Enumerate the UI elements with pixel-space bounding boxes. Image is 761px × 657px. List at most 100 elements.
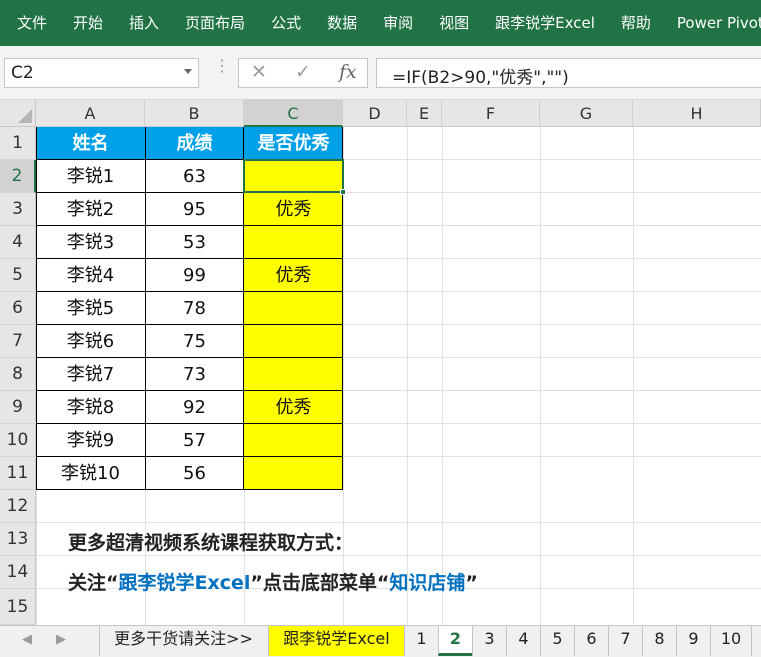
- row-header-7[interactable]: 7: [0, 325, 36, 358]
- gridline: [36, 522, 761, 523]
- sheet-tab[interactable]: 5: [540, 626, 574, 656]
- row-header-5[interactable]: 5: [0, 259, 36, 292]
- ribbon-tab-help[interactable]: 帮助: [608, 0, 664, 46]
- sheet-tab[interactable]: 9: [676, 626, 710, 656]
- sheet-tab[interactable]: 8: [642, 626, 676, 656]
- sheet-tab[interactable]: 3: [472, 626, 506, 656]
- table-border: [36, 258, 343, 259]
- cell-excellent[interactable]: 优秀: [244, 193, 343, 226]
- cell-name[interactable]: 李锐10: [36, 457, 145, 490]
- sheet-tab[interactable]: 1: [404, 626, 438, 656]
- row-header-6[interactable]: 6: [0, 292, 36, 325]
- sheet-tab[interactable]: 7: [608, 626, 642, 656]
- cell-score[interactable]: 78: [145, 292, 244, 325]
- cell-name[interactable]: 李锐5: [36, 292, 145, 325]
- ribbon-tab-formulas[interactable]: 公式: [258, 0, 314, 46]
- resize-handle-icon[interactable]: ⋮: [214, 58, 230, 74]
- row-header-8[interactable]: 8: [0, 358, 36, 391]
- name-box[interactable]: C2: [4, 58, 199, 88]
- row-header-13[interactable]: 13: [0, 523, 36, 556]
- ribbon-tab-home[interactable]: 开始: [60, 0, 116, 46]
- scroll-tabs-left-icon[interactable]: ◀: [22, 632, 32, 647]
- formula-input[interactable]: =IF(B2>90,"优秀",""): [376, 58, 761, 88]
- cell-excellent[interactable]: [244, 325, 343, 358]
- row-header-12[interactable]: 12: [0, 490, 36, 523]
- ribbon-tab-insert[interactable]: 插入: [116, 0, 172, 46]
- enter-icon[interactable]: ✓: [295, 61, 311, 83]
- cell-excellent[interactable]: [244, 457, 343, 490]
- cell-name[interactable]: 李锐7: [36, 358, 145, 391]
- row-header-3[interactable]: 3: [0, 193, 36, 226]
- row-header-14[interactable]: 14: [0, 556, 36, 589]
- cell-name[interactable]: 李锐3: [36, 226, 145, 259]
- name-box-value: C2: [11, 63, 34, 83]
- gridline: [343, 456, 761, 457]
- cell-name[interactable]: 李锐9: [36, 424, 145, 457]
- cell-score[interactable]: 57: [145, 424, 244, 457]
- row-header-2[interactable]: 2: [0, 160, 36, 193]
- cell-excellent[interactable]: [244, 424, 343, 457]
- cell-excellent[interactable]: [244, 226, 343, 259]
- gridline: [145, 490, 146, 625]
- ribbon-tab-review[interactable]: 审阅: [370, 0, 426, 46]
- row-header-1[interactable]: 1: [0, 127, 36, 160]
- column-header-b[interactable]: B: [145, 100, 244, 127]
- column-header-a[interactable]: A: [36, 100, 145, 127]
- cell-score[interactable]: 73: [145, 358, 244, 391]
- cell-excellent[interactable]: [244, 358, 343, 391]
- fill-handle[interactable]: [340, 189, 346, 195]
- cell-score[interactable]: 92: [145, 391, 244, 424]
- column-header-f[interactable]: F: [442, 100, 540, 127]
- scroll-tabs-right-icon[interactable]: ▶: [56, 632, 66, 647]
- cell-name[interactable]: 李锐6: [36, 325, 145, 358]
- sheet-tab[interactable]: 10: [710, 626, 752, 656]
- row-header-4[interactable]: 4: [0, 226, 36, 259]
- column-header-h[interactable]: H: [633, 100, 761, 127]
- table-header-excellent[interactable]: 是否优秀: [244, 127, 343, 160]
- cell-score[interactable]: 63: [145, 160, 244, 193]
- ribbon-tab-page-layout[interactable]: 页面布局: [172, 0, 258, 46]
- row-header-10[interactable]: 10: [0, 424, 36, 457]
- ribbon-tab-power-pivot[interactable]: Power Pivot: [664, 0, 761, 46]
- insert-function-icon[interactable]: fx: [339, 61, 357, 83]
- sheet-tab[interactable]: 更多干货请关注>>: [99, 626, 267, 656]
- cell-score[interactable]: 75: [145, 325, 244, 358]
- cell-name[interactable]: 李锐4: [36, 259, 145, 292]
- row-header-9[interactable]: 9: [0, 391, 36, 424]
- sheet-tab[interactable]: 6: [574, 626, 608, 656]
- sheet-tab[interactable]: 4: [506, 626, 540, 656]
- gridline: [343, 291, 761, 292]
- cancel-icon[interactable]: ✕: [251, 61, 267, 83]
- table-border: [36, 291, 343, 292]
- sheet-tab-active[interactable]: 2: [438, 626, 472, 656]
- column-header-e[interactable]: E: [407, 100, 442, 127]
- cell-excellent[interactable]: 优秀: [244, 259, 343, 292]
- cell-score[interactable]: 56: [145, 457, 244, 490]
- row-header-15[interactable]: 15: [0, 589, 36, 625]
- column-header-c[interactable]: C: [244, 100, 343, 127]
- cell-score[interactable]: 95: [145, 193, 244, 226]
- table-header-score[interactable]: 成绩: [145, 127, 244, 160]
- cell-name[interactable]: 李锐2: [36, 193, 145, 226]
- ribbon-tab-file[interactable]: 文件: [0, 0, 60, 46]
- cell-score[interactable]: 53: [145, 226, 244, 259]
- column-header-d[interactable]: D: [343, 100, 407, 127]
- row-header-11[interactable]: 11: [0, 457, 36, 490]
- cell-score[interactable]: 99: [145, 259, 244, 292]
- column-header-g[interactable]: G: [540, 100, 633, 127]
- gridline: [343, 390, 761, 391]
- cell-name[interactable]: 李锐8: [36, 391, 145, 424]
- select-all-button[interactable]: [0, 100, 36, 127]
- note-highlight: 知识店铺: [389, 572, 466, 594]
- cell-name[interactable]: 李锐1: [36, 160, 145, 193]
- chevron-down-icon[interactable]: [184, 69, 192, 74]
- gridline: [407, 127, 408, 625]
- table-header-name[interactable]: 姓名: [36, 127, 145, 160]
- sheet-tab[interactable]: 跟李锐学Excel: [268, 626, 404, 656]
- gridline: [36, 555, 761, 556]
- cell-excellent[interactable]: 优秀: [244, 391, 343, 424]
- ribbon-tab-view[interactable]: 视图: [426, 0, 482, 46]
- ribbon-tab-custom[interactable]: 跟李锐学Excel: [482, 0, 608, 46]
- ribbon-tab-data[interactable]: 数据: [314, 0, 370, 46]
- cell-excellent[interactable]: [244, 292, 343, 325]
